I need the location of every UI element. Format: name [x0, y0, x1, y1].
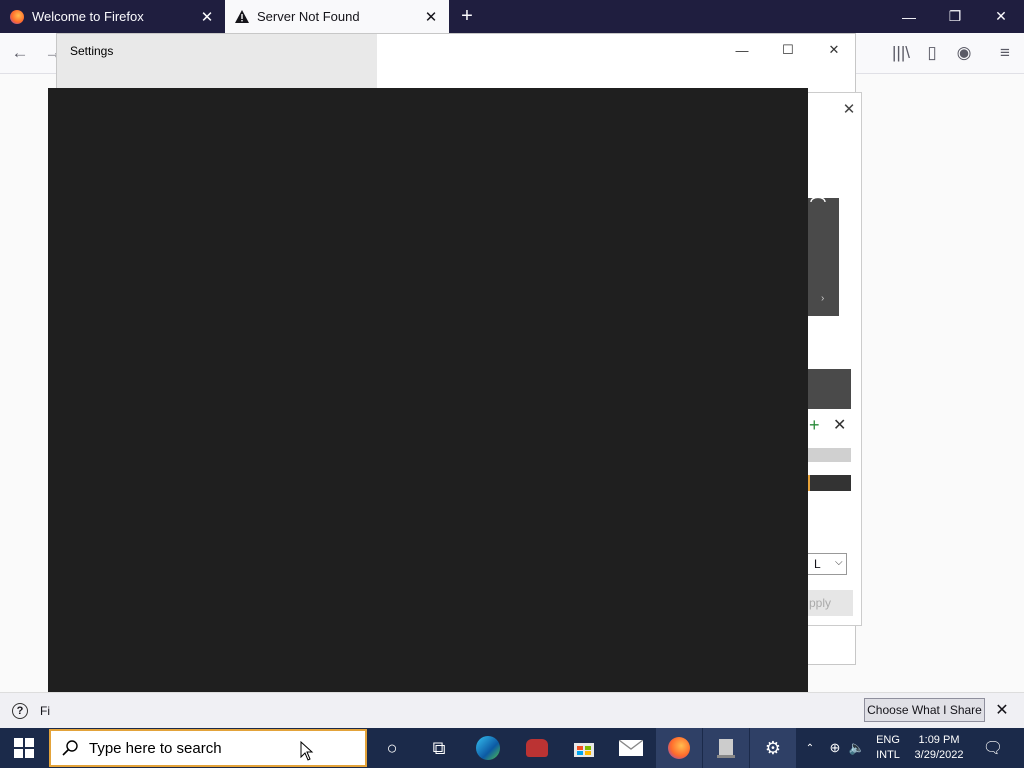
show-hidden-icons-icon[interactable]: ⌃	[800, 728, 820, 768]
taskbar-search-box[interactable]: Type here to search	[49, 729, 367, 767]
close-button[interactable]: ✕	[811, 38, 857, 62]
black-window[interactable]	[48, 88, 808, 728]
app-glyph	[526, 739, 548, 757]
app-icon[interactable]	[514, 728, 560, 768]
remove-icon[interactable]: ✕	[833, 415, 846, 435]
mail-glyph	[619, 740, 643, 756]
lang-line2: INTL	[876, 749, 900, 761]
close-tab-icon[interactable]: ✕	[423, 9, 439, 26]
new-tab-button[interactable]: +	[456, 4, 478, 28]
warning-icon	[235, 10, 249, 24]
window-title: Settings	[70, 44, 114, 58]
chevron-down-icon: ⌵	[835, 557, 843, 568]
network-icon[interactable]: ⊕	[826, 728, 844, 768]
firefox-taskbar-icon[interactable]	[656, 728, 702, 768]
close-icon[interactable]: ✕	[841, 101, 857, 118]
clock-date: 3/29/2022	[914, 749, 964, 761]
minimize-button[interactable]: —	[886, 0, 932, 33]
file-icon[interactable]	[703, 728, 749, 768]
tab-title: Server Not Found	[257, 9, 360, 24]
close-button[interactable]: ✕	[978, 0, 1024, 33]
tab-title: Welcome to Firefox	[32, 9, 144, 24]
file-glyph	[717, 739, 735, 758]
apply-button[interactable]: pply	[807, 590, 853, 616]
input-language[interactable]: ENG INTL	[868, 733, 908, 763]
settings-icon[interactable]: ⚙	[750, 728, 796, 768]
dark-field[interactable]	[807, 475, 851, 491]
edge-icon[interactable]	[465, 728, 511, 768]
dark-bar	[807, 369, 851, 409]
task-view-icon[interactable]: ⧉	[416, 728, 462, 768]
account-icon[interactable]: ◉	[951, 40, 977, 66]
chevron-right-icon: ›	[821, 293, 825, 304]
firefox-icon	[10, 9, 24, 24]
search-icon	[61, 738, 81, 758]
mouse-cursor-icon	[300, 741, 314, 761]
choose-what-i-share-button[interactable]: Choose What I Share	[864, 698, 985, 722]
minimize-button[interactable]: —	[719, 38, 765, 62]
volume-icon[interactable]: 🔈	[848, 728, 866, 768]
flyout-dialog: ✕ › + ✕ L ⌵ pply	[806, 92, 862, 626]
close-icon[interactable]: ✕	[993, 701, 1011, 719]
cortana-icon[interactable]: ○	[369, 728, 415, 768]
store-glyph	[574, 743, 594, 757]
search-placeholder: Type here to search	[89, 739, 222, 757]
library-icon[interactable]: |||\	[888, 40, 914, 66]
close-tab-icon[interactable]: ✕	[199, 9, 215, 26]
mail-icon[interactable]	[608, 728, 654, 768]
store-icon[interactable]	[561, 728, 607, 768]
action-center-icon[interactable]: 🗨	[980, 728, 1006, 768]
menu-icon[interactable]: ≡	[992, 40, 1018, 66]
clock-time: 1:09 PM	[918, 734, 960, 746]
notification-text: Fi	[40, 704, 50, 718]
back-button[interactable]: ←	[7, 40, 33, 66]
maximize-button[interactable]: ☐	[765, 38, 811, 62]
start-button[interactable]	[0, 728, 48, 768]
person-icon	[809, 185, 829, 205]
windows-icon	[14, 738, 34, 758]
lang-line1: ENG	[876, 734, 900, 746]
tab-welcome-to-firefox[interactable]: Welcome to Firefox ✕	[0, 0, 225, 33]
gray-field	[807, 448, 851, 462]
help-icon[interactable]: ?	[12, 703, 28, 719]
restore-button[interactable]: ❐	[932, 0, 978, 33]
firefox-glyph	[668, 737, 690, 759]
settings-nav-pane	[57, 34, 377, 90]
clock[interactable]: 1:09 PM 3/29/2022	[908, 733, 970, 763]
sidebar-icon[interactable]: ▯	[919, 40, 945, 66]
edge-glyph	[476, 736, 500, 760]
add-icon[interactable]: +	[809, 415, 820, 436]
tab-server-not-found[interactable]: Server Not Found ✕	[225, 0, 449, 33]
